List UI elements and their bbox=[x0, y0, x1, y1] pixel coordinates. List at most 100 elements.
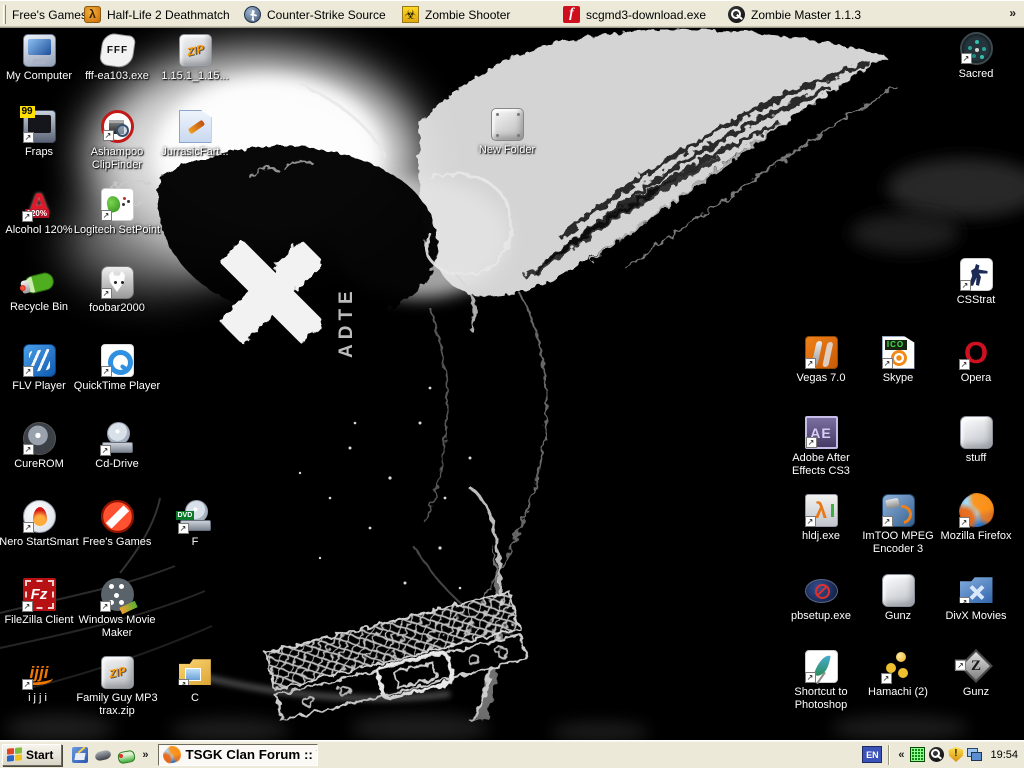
icon-label: F bbox=[149, 536, 241, 549]
desktop-icon-vegas[interactable]: Vegas 7.0 bbox=[782, 336, 860, 385]
toolbar-item-zombie-master[interactable]: Zombie Master 1.1.3 bbox=[728, 1, 861, 28]
desktop-icon-imtoo[interactable]: ImTOO MPEG Encoder 3 bbox=[859, 494, 937, 556]
foobar2000-icon bbox=[101, 266, 134, 299]
desktop-icon-nero-startsmart[interactable]: Nero StartSmart bbox=[0, 500, 78, 549]
desktop-icon-divx-movies[interactable]: DivX Movies bbox=[937, 574, 1015, 623]
desktop-icon-logitech-setpoint[interactable]: Logitech SetPoint bbox=[78, 188, 156, 237]
icon-glyph: ZIP bbox=[98, 654, 136, 692]
desktop-icon-hldj[interactable]: λ hldj.exe bbox=[782, 494, 860, 543]
shortcut-arrow bbox=[805, 358, 816, 369]
shortcut-arrow bbox=[100, 445, 111, 456]
toolbar-item-label: Zombie Master 1.1.3 bbox=[751, 8, 861, 22]
desktop-icon-f-drive[interactable]: DVD F bbox=[156, 500, 234, 549]
desktop-icon-family-guy-zip[interactable]: ZIP Family Guy MP3 trax.zip bbox=[78, 656, 156, 718]
desktop-icon-after-effects[interactable]: AE Adobe After Effects CS3 bbox=[782, 416, 860, 478]
desktop-icon-firefox[interactable]: Mozilla Firefox bbox=[937, 494, 1015, 543]
desktop-icon-skype[interactable]: ICO Skype bbox=[859, 336, 937, 385]
white-box-icon bbox=[960, 416, 993, 449]
shortcut-arrow bbox=[805, 516, 816, 527]
shortcut-arrow bbox=[961, 53, 972, 64]
desktop-icon-c-folder[interactable]: C bbox=[156, 656, 234, 705]
desktop-icon-fff-ea103[interactable]: FFF fff-ea103.exe bbox=[78, 34, 156, 83]
toolbar-item-frees-games[interactable]: Free's Games bbox=[12, 1, 87, 28]
desktop-icon-curerom[interactable]: CureROM bbox=[0, 422, 78, 471]
dvd-drive-icon: DVD bbox=[179, 500, 212, 533]
security-alert-icon[interactable] bbox=[948, 747, 963, 762]
shortcut-arrow bbox=[806, 437, 817, 448]
desktop-icon-my-computer[interactable]: My Computer bbox=[0, 34, 78, 83]
hamachi-dots-icon bbox=[882, 650, 915, 683]
media-pill-icon[interactable] bbox=[118, 747, 134, 763]
shortcut-arrow bbox=[881, 673, 892, 684]
toolbar-overflow-chevron[interactable]: » bbox=[1009, 6, 1016, 20]
desktop-icon-pbsetup[interactable]: pbsetup.exe bbox=[782, 574, 860, 623]
toolbar-grip[interactable] bbox=[3, 5, 6, 24]
my-computer-icon bbox=[23, 34, 56, 67]
lan-status-icon[interactable] bbox=[967, 747, 982, 762]
windows-logo-icon bbox=[7, 747, 22, 763]
desktop-icon-filezilla[interactable]: Fz FileZilla Client bbox=[0, 578, 78, 627]
clock[interactable]: 19:54 bbox=[990, 749, 1018, 761]
start-button[interactable]: Start bbox=[2, 744, 62, 766]
desktop-icon-alcohol-120[interactable]: A120% Alcohol 120% bbox=[0, 188, 78, 237]
divx-folder-icon bbox=[960, 574, 993, 607]
desktop-icon-frees-games[interactable]: Free's Games bbox=[78, 500, 156, 549]
desktop-icon-photoshop[interactable]: Shortcut to Photoshop bbox=[782, 650, 860, 712]
desktop-icon-zip-115[interactable]: ZIP 1.15.1_1.15... bbox=[156, 34, 234, 83]
shortcut-arrow bbox=[101, 366, 112, 377]
desktop-icon-foobar2000[interactable]: foobar2000 bbox=[78, 266, 156, 315]
steam-tray-icon[interactable] bbox=[929, 747, 944, 762]
desktop-icon-recycle-bin[interactable]: Recycle Bin bbox=[0, 266, 78, 314]
show-desktop-icon[interactable] bbox=[72, 747, 88, 763]
toolbar-item-scgmd3[interactable]: scgmd3-download.exe bbox=[563, 1, 706, 28]
desktop-icon-movie-maker[interactable]: Windows Movie Maker bbox=[78, 578, 156, 640]
tray-collapse-chevron[interactable]: « bbox=[898, 749, 904, 761]
icon-glyph: ZIP bbox=[176, 32, 214, 70]
shared-folder-icon bbox=[179, 656, 212, 689]
icon-glyph: FFF bbox=[102, 35, 133, 66]
shortcut-arrow bbox=[101, 210, 112, 221]
icon-label: Cd-Drive bbox=[71, 458, 163, 471]
mouse-icon[interactable] bbox=[95, 747, 111, 763]
shortcut-arrow bbox=[955, 660, 966, 671]
desktop-icon-fraps[interactable]: 99 Fraps bbox=[0, 110, 78, 159]
desktop-icon-new-folder[interactable]: New Folder bbox=[468, 108, 546, 157]
desktop-icon-ijji[interactable]: ijji ijji bbox=[0, 656, 78, 705]
desktop-icon-flv-player[interactable]: FLV Player bbox=[0, 344, 78, 393]
network-traffic-icon[interactable] bbox=[910, 747, 925, 762]
desktop-icon-gunz-box[interactable]: Gunz bbox=[859, 574, 937, 623]
flash-file-icon bbox=[563, 6, 580, 23]
shortcut-arrow bbox=[882, 358, 893, 369]
desktop-icon-quicktime[interactable]: QuickTime Player bbox=[78, 344, 156, 393]
desktop-icon-stuff[interactable]: stuff bbox=[937, 416, 1015, 465]
toolbar-item-counter-strike[interactable]: Counter-Strike Source bbox=[244, 1, 386, 28]
shortcut-arrow bbox=[100, 601, 111, 612]
desktop-icon-csstrat[interactable]: CSStrat bbox=[937, 258, 1015, 307]
shortcut-arrow bbox=[959, 597, 970, 608]
quick-launch-overflow-chevron[interactable]: » bbox=[142, 749, 148, 761]
shortcut-arrow bbox=[23, 132, 34, 143]
taskbar: Start » TSGK Clan Forum :: Vi... EN « 19… bbox=[0, 740, 1024, 768]
icon-label: Sacred bbox=[930, 68, 1022, 81]
shortcut-arrow bbox=[882, 516, 893, 527]
sacred-icon bbox=[960, 32, 993, 65]
desktop-icon-sacred[interactable]: Sacred bbox=[937, 32, 1015, 81]
desktop-icon-gunz-diamond[interactable]: Z Gunz bbox=[937, 650, 1015, 699]
language-indicator[interactable]: EN bbox=[862, 746, 882, 763]
desktop-icon-cd-drive[interactable]: Cd-Drive bbox=[78, 422, 156, 471]
desktop-icon-jurrasicfart[interactable]: JurrasicFart... bbox=[156, 110, 234, 159]
task-button-tsgk-clan-forum[interactable]: TSGK Clan Forum :: Vi... bbox=[158, 744, 318, 766]
icon-label: Adobe After Effects CS3 bbox=[775, 452, 867, 478]
games-toolbar: Free's Games Half-Life 2 Deathmatch Coun… bbox=[0, 0, 1024, 28]
icon-label: New Folder bbox=[461, 144, 553, 157]
toolbar-item-half-life2[interactable]: Half-Life 2 Deathmatch bbox=[84, 1, 230, 28]
desktop-icon-ashampoo-clipfinder[interactable]: Ashampoo ClipFinder bbox=[78, 110, 156, 172]
shortcut-arrow bbox=[960, 280, 971, 291]
desktop-icon-opera[interactable]: O Opera bbox=[937, 336, 1015, 385]
curerom-disc-icon bbox=[23, 422, 56, 455]
fff-app-icon: FFF bbox=[98, 32, 135, 69]
quick-launch-bar bbox=[72, 747, 134, 763]
toolbar-item-label: Counter-Strike Source bbox=[267, 8, 386, 22]
toolbar-item-zombie-shooter[interactable]: Zombie Shooter bbox=[402, 1, 510, 28]
desktop-icon-hamachi[interactable]: Hamachi (2) bbox=[859, 650, 937, 699]
